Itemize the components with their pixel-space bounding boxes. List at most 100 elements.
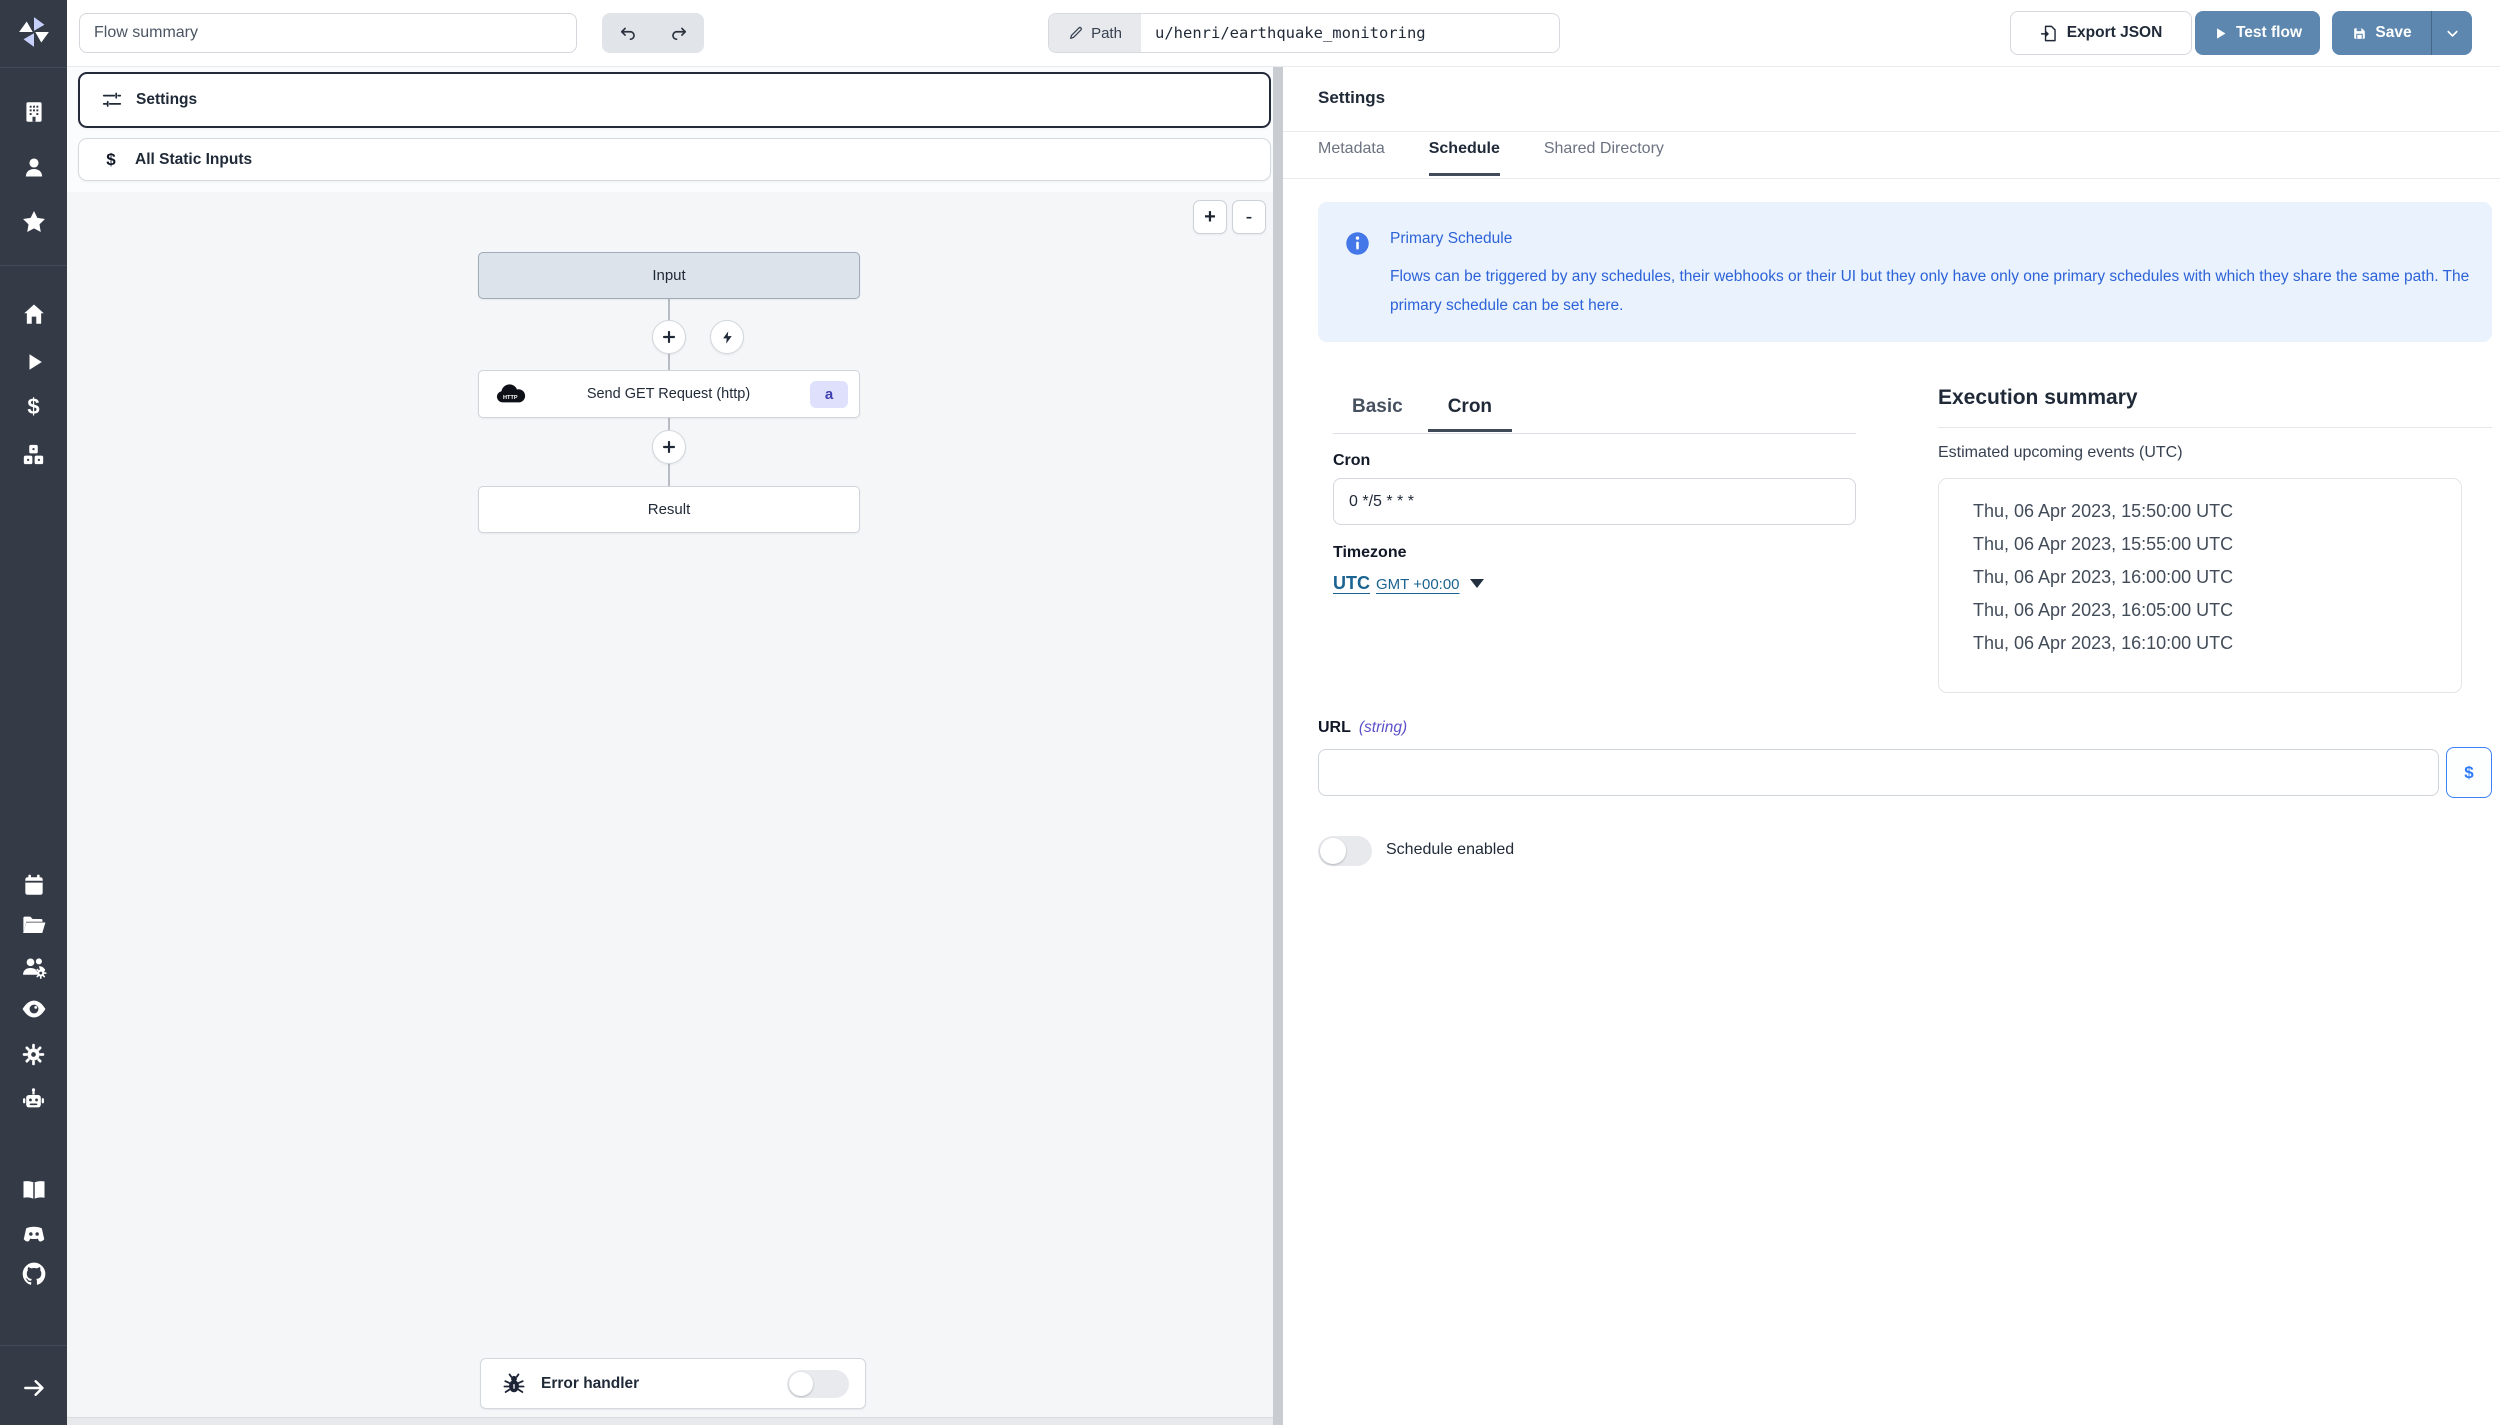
sidebar-item-home[interactable] xyxy=(0,294,67,334)
path-badge: Path xyxy=(1049,14,1141,52)
url-field-type-hint: (string) xyxy=(1359,719,1407,737)
graph-bottom-strip xyxy=(67,1417,1273,1425)
http-node-label: Send GET Request (http) xyxy=(527,386,810,402)
error-handler-card[interactable]: Error handler xyxy=(480,1358,866,1409)
flow-path-box[interactable]: Path u/henri/earthquake_monitoring xyxy=(1048,13,1560,53)
bug-icon xyxy=(501,1371,527,1397)
play-icon xyxy=(22,350,46,374)
event-row: Thu, 06 Apr 2023, 16:10:00 UTC xyxy=(1973,627,2461,660)
zap-icon xyxy=(720,330,735,345)
sidebar-item-schedules[interactable] xyxy=(0,865,67,905)
flow-settings-card[interactable]: Settings xyxy=(78,72,1271,128)
zoom-out-button[interactable]: - xyxy=(1232,200,1266,234)
boxes-icon xyxy=(20,441,47,468)
sidebar-item-github[interactable] xyxy=(0,1254,67,1294)
sidebar: $ xyxy=(0,0,67,1425)
sidebar-item-workspace[interactable] xyxy=(0,92,67,132)
flow-summary-input[interactable] xyxy=(79,13,577,53)
sidebar-item-workers[interactable] xyxy=(0,1034,67,1074)
test-flow-label: Test flow xyxy=(2236,24,2302,42)
tab-shared-directory[interactable]: Shared Directory xyxy=(1544,140,1664,176)
save-options-button[interactable] xyxy=(2431,11,2472,55)
info-box-body: Flows can be triggered by any schedules,… xyxy=(1390,262,2472,320)
execution-summary-subtitle: Estimated upcoming events (UTC) xyxy=(1938,444,2183,462)
schedule-enabled-toggle[interactable] xyxy=(1318,836,1372,866)
arrow-right-icon xyxy=(21,1375,47,1401)
schedule-mode-tabs: Basic Cron xyxy=(1332,396,1512,432)
home-icon xyxy=(21,301,47,327)
input-node-label: Input xyxy=(652,267,685,284)
timezone-name: UTC xyxy=(1333,573,1370,594)
error-handler-toggle[interactable] xyxy=(787,1370,849,1398)
dollar-icon: $ xyxy=(100,150,122,170)
save-button-group: Save xyxy=(2332,11,2472,55)
sidebar-item-ai[interactable] xyxy=(0,1079,67,1119)
settings-panel: Settings Metadata Schedule Shared Direct… xyxy=(1283,67,2500,1425)
execution-summary-title: Execution summary xyxy=(1938,386,2138,410)
flow-node-http[interactable]: HTTP Send GET Request (http) a xyxy=(478,370,860,418)
users-gear-icon xyxy=(20,953,48,981)
flow-settings-label: Settings xyxy=(136,91,197,109)
sidebar-item-discord[interactable] xyxy=(0,1215,67,1255)
redo-button[interactable] xyxy=(653,13,704,53)
flow-editor-panel: Settings $ All Static Inputs + - Input xyxy=(67,67,1273,1425)
sidebar-item-runs[interactable] xyxy=(0,342,67,382)
sidebar-item-docs[interactable] xyxy=(0,1170,67,1210)
book-icon xyxy=(20,1176,48,1204)
add-trigger-button[interactable] xyxy=(710,320,744,354)
sidebar-item-groups[interactable] xyxy=(0,947,67,987)
sidebar-expand-button[interactable] xyxy=(0,1368,67,1408)
timezone-offset: GMT +00:00 xyxy=(1376,576,1460,593)
topbar: Path u/henri/earthquake_monitoring Expor… xyxy=(67,0,2500,67)
add-step-button[interactable] xyxy=(652,430,686,464)
zoom-in-button[interactable]: + xyxy=(1193,200,1227,234)
schedule-enabled-label: Schedule enabled xyxy=(1386,841,1514,859)
divider xyxy=(1938,427,2492,428)
timezone-select[interactable]: UTC GMT +00:00 xyxy=(1333,573,1484,594)
cron-input[interactable] xyxy=(1333,478,1856,525)
tab-basic[interactable]: Basic xyxy=(1332,396,1423,432)
tab-cron[interactable]: Cron xyxy=(1428,396,1512,432)
undo-icon xyxy=(618,23,638,43)
upcoming-events-list: Thu, 06 Apr 2023, 15:50:00 UTC Thu, 06 A… xyxy=(1938,478,2462,693)
all-static-inputs-card[interactable]: $ All Static Inputs xyxy=(78,138,1271,181)
svg-text:HTTP: HTTP xyxy=(503,394,518,400)
info-box-title: Primary Schedule xyxy=(1390,230,1512,248)
plus-icon xyxy=(661,329,677,345)
event-row: Thu, 06 Apr 2023, 16:05:00 UTC xyxy=(1973,594,2461,627)
sidebar-item-audit[interactable] xyxy=(0,989,67,1029)
url-field-label: URL xyxy=(1318,719,1351,737)
sidebar-divider xyxy=(0,67,67,68)
flow-node-input[interactable]: Input xyxy=(478,252,860,299)
tab-schedule[interactable]: Schedule xyxy=(1429,140,1500,176)
plus-icon xyxy=(661,439,677,455)
windmill-logo-icon xyxy=(15,13,53,51)
sidebar-item-resources[interactable] xyxy=(0,434,67,474)
chevron-down-icon xyxy=(1470,579,1484,588)
flow-node-result[interactable]: Result xyxy=(478,486,860,533)
settings-panel-title: Settings xyxy=(1318,88,1385,108)
panel-resize-handle[interactable] xyxy=(1273,67,1283,1425)
export-json-button[interactable]: Export JSON xyxy=(2010,11,2192,55)
error-handler-label: Error handler xyxy=(541,1375,787,1393)
step-id-badge: a xyxy=(810,381,848,408)
http-cloud-icon: HTTP xyxy=(494,384,527,405)
save-label: Save xyxy=(2375,24,2411,42)
url-input[interactable] xyxy=(1318,749,2439,796)
divider xyxy=(1333,433,1856,434)
windmill-flow-editor: $ xyxy=(0,0,2500,1425)
save-button[interactable]: Save xyxy=(2332,11,2431,55)
sidebar-item-folders[interactable] xyxy=(0,904,67,944)
test-flow-button[interactable]: Test flow xyxy=(2195,11,2320,55)
insert-variable-button[interactable]: $ xyxy=(2446,747,2492,798)
sidebar-item-user[interactable] xyxy=(0,147,67,187)
dollar-icon: $ xyxy=(27,394,39,420)
undo-button[interactable] xyxy=(602,13,653,53)
sidebar-divider xyxy=(0,1345,67,1346)
windmill-logo[interactable] xyxy=(0,12,67,52)
sidebar-item-favorites[interactable] xyxy=(0,202,67,242)
add-step-button[interactable] xyxy=(652,320,686,354)
tab-metadata[interactable]: Metadata xyxy=(1318,140,1385,176)
sidebar-item-variables[interactable]: $ xyxy=(0,387,67,427)
cron-field-label: Cron xyxy=(1333,452,1370,470)
